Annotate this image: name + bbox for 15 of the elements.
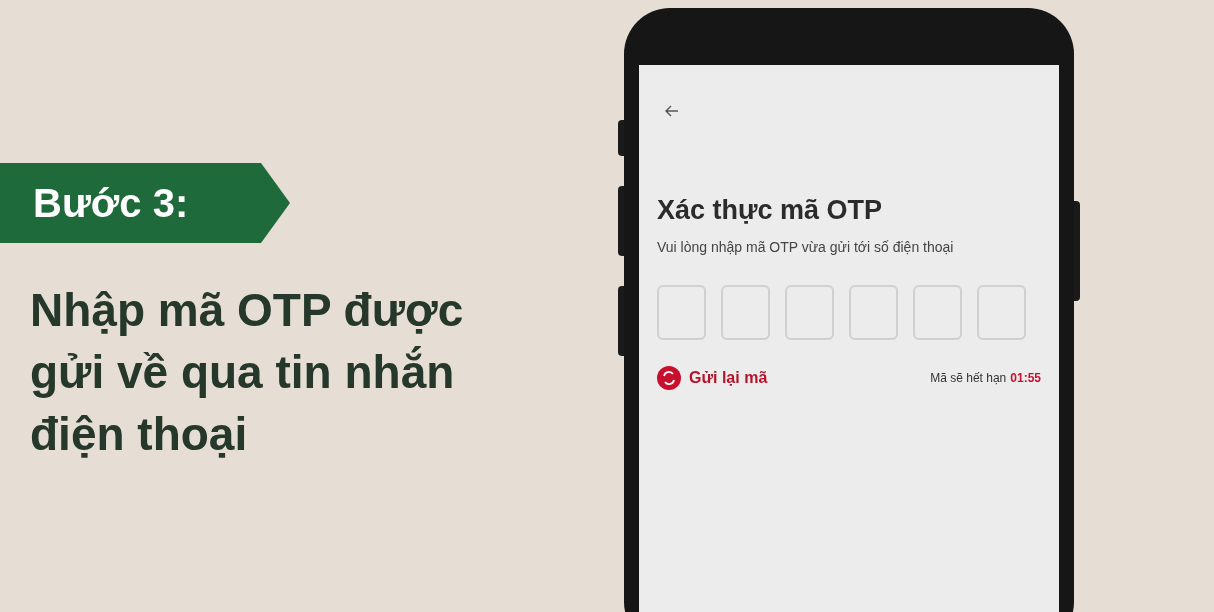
instruction-text: Nhập mã OTP được gửi về qua tin nhắn điện thoại	[30, 283, 465, 462]
refresh-icon[interactable]	[657, 365, 681, 390]
otp-input-field[interactable]	[849, 284, 898, 340]
otp-input-field[interactable]	[977, 284, 1026, 340]
otp-input-field[interactable]	[913, 284, 962, 340]
screen-title: Xác thực mã OTP	[657, 194, 883, 227]
expiry-countdown: 01:55	[1010, 369, 1041, 387]
back-arrow-icon[interactable]	[665, 105, 679, 117]
resend-link[interactable]: Gửi lại mã	[689, 365, 768, 390]
expiry-label: Mã sẽ hết hạn	[930, 369, 1007, 387]
otp-input-field[interactable]	[657, 284, 706, 340]
step-banner: Bước 3:	[0, 163, 290, 243]
otp-input-field[interactable]	[785, 284, 834, 340]
otp-input-field[interactable]	[721, 284, 770, 340]
screen-subtitle: Vui lòng nhập mã OTP vừa gửi tới số điện thoại	[657, 237, 955, 257]
